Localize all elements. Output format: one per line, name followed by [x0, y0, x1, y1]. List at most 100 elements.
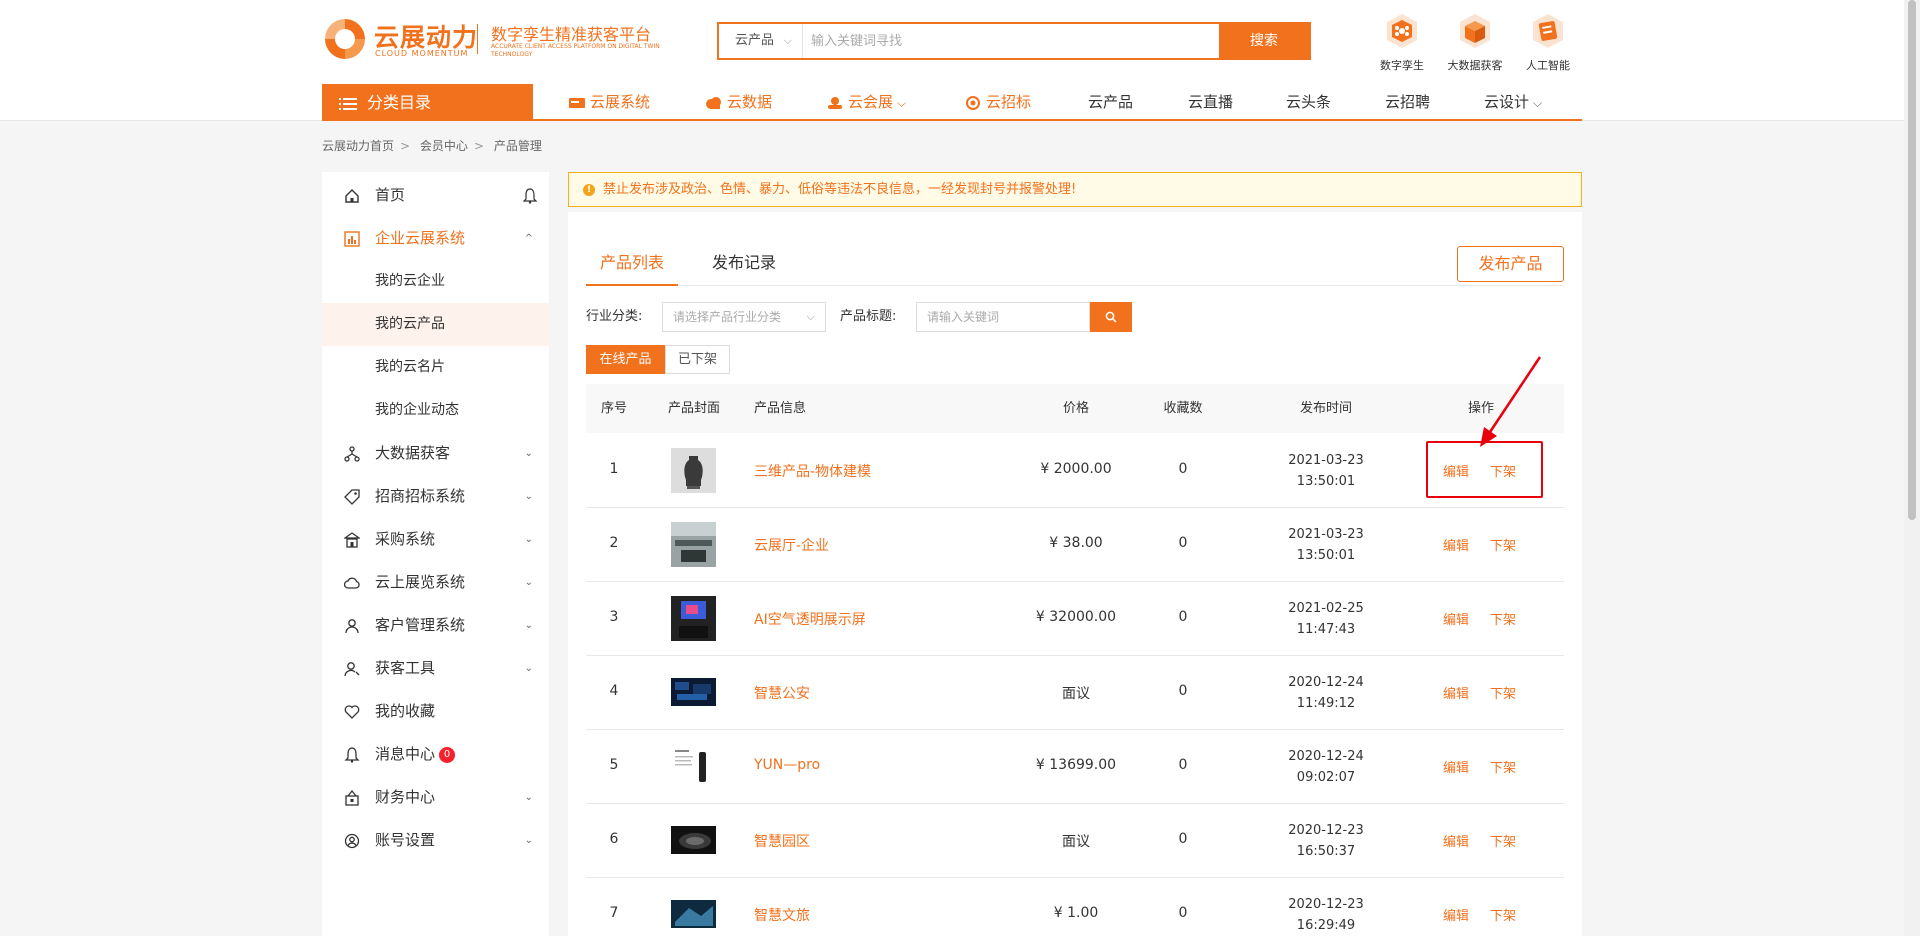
table-row: 7 智慧文旅 ¥ 1.00 0 2020-12-23 16:29:49 编辑 下架 — [586, 878, 1564, 936]
home-icon — [345, 189, 359, 203]
bell-icon[interactable] — [523, 188, 537, 204]
quick-link-digital-twin[interactable]: 数字孪生 — [1367, 12, 1437, 73]
row-number: 5 — [609, 757, 619, 773]
nav-item-cloud-product[interactable]: 云产品 — [1088, 84, 1133, 121]
scrollbar-thumb[interactable] — [1908, 0, 1916, 520]
sidebar-subitem-my-enterprise[interactable]: 我的云企业 — [322, 260, 549, 303]
sidebar-item-label: 云上展览系统 — [375, 573, 466, 591]
logo-mark-icon — [325, 19, 365, 59]
tab-publish-records[interactable]: 发布记录 — [698, 242, 790, 286]
sidebar-item-purchase-system[interactable]: 采购系统 ⌄ — [322, 518, 549, 561]
sidebar-item-favorites[interactable]: 我的收藏 — [322, 690, 549, 733]
quick-link-big-data[interactable]: 大数据获客 — [1440, 12, 1510, 73]
delist-link[interactable]: 下架 — [1490, 535, 1516, 554]
message-count-badge: 0 — [439, 746, 456, 763]
product-cover-image — [671, 448, 716, 493]
edit-link[interactable]: 编辑 — [1443, 831, 1469, 850]
sidebar-subitem-my-products[interactable]: 我的云产品 — [322, 303, 549, 346]
product-price: 面议 — [1062, 686, 1090, 702]
breadcrumb-home[interactable]: 云展动力首页 — [322, 139, 394, 153]
delist-link[interactable]: 下架 — [1490, 905, 1516, 924]
nav-item-cloud-convention[interactable]: 云会展 ⌵ — [826, 84, 906, 121]
title-keyword-input[interactable] — [916, 302, 1090, 332]
search-input[interactable] — [811, 27, 1191, 55]
product-price: ¥ 32000.00 — [1035, 609, 1117, 625]
product-name-link[interactable]: YUN—pro — [754, 757, 820, 773]
quick-link-label: 人工智能 — [1526, 59, 1570, 72]
delist-link[interactable]: 下架 — [1490, 683, 1516, 702]
product-cover-image — [671, 678, 716, 706]
breadcrumb-current: 产品管理 — [493, 139, 542, 153]
nav-item-cloud-data[interactable]: 云数据 — [705, 84, 772, 121]
publish-clock: 13:50:01 — [1296, 548, 1356, 563]
product-name-link[interactable]: 云展厅-企业 — [754, 535, 829, 555]
sidebar-item-big-data[interactable]: 大数据获客 ⌄ — [322, 432, 549, 475]
sidebar-item-label: 企业云展系统 — [375, 229, 466, 247]
nav-item-cloud-design[interactable]: 云设计 ⌵ — [1484, 84, 1542, 121]
sidebar-item-acquisition-tools[interactable]: 获客工具 ⌄ — [322, 647, 549, 690]
publish-product-button[interactable]: 发布产品 — [1457, 246, 1564, 282]
sidebar-subitem-my-news[interactable]: 我的企业动态 — [322, 389, 549, 432]
sidebar-item-crm[interactable]: 客户管理系统 ⌄ — [322, 604, 549, 647]
category-menu-button[interactable]: 分类目录 — [322, 84, 533, 121]
cloud-data-icon — [706, 96, 721, 109]
delist-link[interactable]: 下架 — [1490, 757, 1516, 776]
sidebar-item-messages[interactable]: 消息中心 0 — [322, 733, 549, 776]
title-filter-label: 产品标题: — [840, 309, 897, 324]
sidebar-item-account-settings[interactable]: 账号设置 ⌄ — [322, 819, 549, 862]
category-menu-label: 分类目录 — [367, 93, 432, 112]
chevron-down-icon: ⌵ — [897, 96, 907, 110]
sidebar-item-label: 财务中心 — [375, 788, 436, 806]
sidebar-item-online-exhibition[interactable]: 云上展览系统 ⌄ — [322, 561, 549, 604]
product-name-link[interactable]: 智慧园区 — [754, 831, 810, 851]
industry-filter-label: 行业分类: — [586, 309, 643, 324]
product-name-link[interactable]: AI空气透明展示屏 — [754, 609, 866, 629]
table-row: 5 YUN—pro ¥ 13699.00 0 2020-12-24 09:02:0… — [586, 730, 1564, 804]
delist-link[interactable]: 下架 — [1490, 831, 1516, 850]
publish-time: 2020-12-23 16:50:37 — [1276, 820, 1376, 862]
sidebar-subitem-my-card[interactable]: 我的云名片 — [322, 346, 549, 389]
sidebar-item-finance[interactable]: 财务中心 ⌄ — [322, 776, 549, 819]
nav-item-exhibition-system[interactable]: 云展系统 — [568, 84, 650, 121]
product-name-link[interactable]: 智慧公安 — [754, 683, 810, 703]
tab-product-list[interactable]: 产品列表 — [586, 242, 679, 286]
toggle-online-products[interactable]: 在线产品 — [586, 345, 665, 374]
industry-select-placeholder: 请选择产品行业分类 — [673, 310, 782, 324]
publish-clock: 11:47:43 — [1296, 622, 1356, 637]
chevron-down-icon: ⌵ — [783, 34, 792, 47]
menu-icon — [339, 97, 357, 110]
info-icon: ! — [583, 184, 595, 196]
nav-item-cloud-recruit[interactable]: 云招聘 — [1385, 84, 1430, 121]
edit-link[interactable]: 编辑 — [1443, 683, 1469, 702]
breadcrumb-member-center[interactable]: 会员中心 — [420, 139, 468, 153]
sidebar-item-home[interactable]: 首页 — [322, 174, 549, 217]
nav-item-cloud-live[interactable]: 云直播 — [1188, 84, 1233, 121]
edit-link[interactable]: 编辑 — [1443, 535, 1469, 554]
account-icon — [344, 833, 360, 849]
edit-link[interactable]: 编辑 — [1443, 757, 1469, 776]
search-button[interactable]: 搜索 — [1219, 24, 1309, 58]
product-name-link[interactable]: 三维产品-物体建模 — [754, 461, 871, 481]
edit-link[interactable]: 编辑 — [1443, 905, 1469, 924]
filter-search-button[interactable] — [1090, 302, 1132, 332]
brand-logo[interactable]: 云展动力 CLOUD MOMENTUM 数字孪生精准获客平台 ACCURATE … — [322, 16, 662, 62]
publish-date: 2021-03-23 — [1288, 453, 1364, 468]
quick-link-ai[interactable]: 人工智能 — [1513, 12, 1583, 73]
edit-link[interactable]: 编辑 — [1443, 609, 1469, 628]
sidebar-item-tender-system[interactable]: 招商招标系统 ⌄ — [322, 475, 549, 518]
sidebar-item-enterprise-system[interactable]: 企业云展系统 ^ — [322, 217, 549, 260]
product-name-link[interactable]: 智慧文旅 — [754, 905, 810, 925]
toggle-delisted-products[interactable]: 已下架 — [665, 345, 730, 374]
exhibition-icon — [569, 97, 585, 108]
search-category-select[interactable]: 云产品 ⌵ — [719, 24, 803, 58]
chevron-down-icon: ⌄ — [524, 448, 533, 459]
publish-clock: 11:49:12 — [1296, 696, 1356, 711]
industry-select[interactable]: 请选择产品行业分类 ⌵ — [662, 302, 826, 332]
delist-link[interactable]: 下架 — [1490, 609, 1516, 628]
nav-item-cloud-headline[interactable]: 云头条 — [1286, 84, 1331, 121]
page-scrollbar[interactable] — [1904, 0, 1920, 936]
publish-date: 2021-03-23 — [1288, 527, 1364, 542]
nav-item-cloud-tender[interactable]: 云招标 — [964, 84, 1031, 121]
sidebar-item-label: 首页 — [375, 186, 406, 204]
warning-notice-text: 禁止发布涉及政治、色情、暴力、低俗等违法不良信息，一经发现封号并报警处理! — [603, 182, 1077, 197]
